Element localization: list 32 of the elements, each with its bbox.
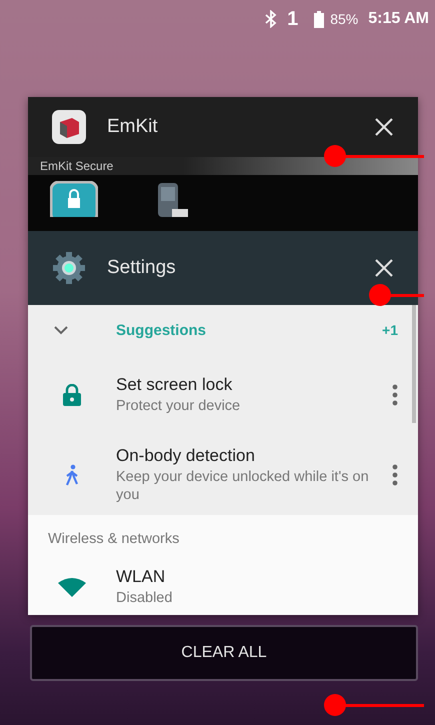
item-title: Set screen lock	[116, 374, 234, 395]
emkit-app-card[interactable]: EmKit EmKit Secure	[28, 97, 418, 231]
close-icon[interactable]	[374, 258, 394, 278]
more-options-icon[interactable]	[392, 384, 398, 406]
walking-person-icon	[65, 464, 79, 486]
sim-number: 1	[287, 8, 298, 30]
chevron-down-icon	[54, 326, 68, 334]
gear-icon	[52, 251, 86, 285]
clear-all-button[interactable]: CLEAR ALL	[30, 625, 418, 681]
battery-percentage: 85%	[330, 11, 358, 27]
more-options-icon[interactable]	[392, 464, 398, 486]
callout-marker	[369, 284, 424, 306]
suggestion-item[interactable]: Set screen lock Protect your device	[28, 355, 418, 435]
preview-title: EmKit Secure	[28, 157, 418, 175]
section-header: Wireless & networks	[47, 530, 180, 549]
app-title: Settings	[107, 257, 177, 279]
wifi-icon	[58, 577, 86, 597]
settings-item[interactable]: WLAN Disabled	[28, 559, 418, 615]
padlock-icon	[50, 181, 98, 217]
item-title: WLAN	[116, 566, 166, 587]
item-subtitle: Protect your device	[116, 398, 242, 416]
suggestion-item[interactable]: On-body detection Keep your device unlocked while it's on you	[28, 435, 418, 515]
emkit-app-icon	[52, 110, 86, 144]
close-icon[interactable]	[374, 117, 394, 137]
item-title: On-body detection	[116, 446, 256, 466]
bluetooth-icon	[265, 10, 278, 28]
battery-icon	[314, 10, 324, 28]
clock-time: 5:15 AM	[368, 10, 429, 28]
item-subtitle: Disabled	[116, 590, 174, 608]
padlock-icon	[63, 384, 81, 406]
app-title: EmKit	[107, 116, 159, 138]
item-subtitle: Keep your device unlocked while it's on you	[116, 469, 370, 504]
